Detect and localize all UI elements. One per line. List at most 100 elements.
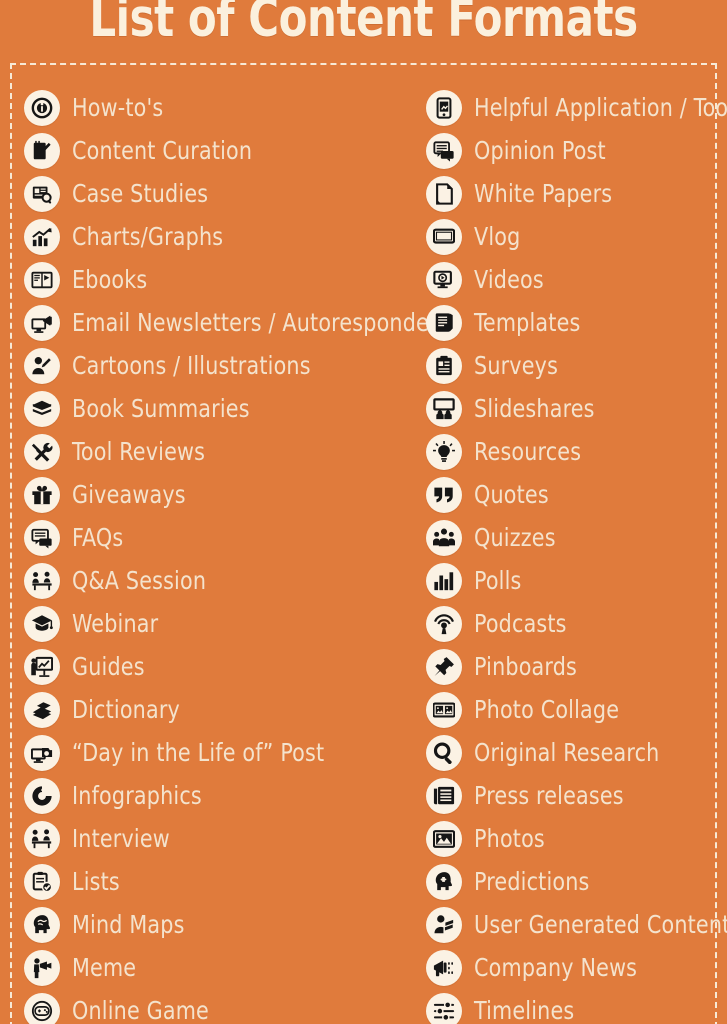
list-item[interactable]: Ebooks — [24, 258, 424, 301]
list-item[interactable]: Content Curation — [24, 129, 424, 172]
list-item[interactable]: Photo Collage — [426, 688, 727, 731]
speech-bubble-text-icon — [426, 132, 462, 169]
list-item-label: Online Game — [72, 995, 209, 1024]
list-item[interactable]: Podcasts — [426, 602, 727, 645]
magnifier-icon — [426, 734, 462, 771]
notepad-pencil-icon — [24, 132, 60, 169]
list-item[interactable]: Charts/Graphs — [24, 215, 424, 258]
picture-mountain-icon — [426, 820, 462, 857]
presenter-board-icon — [24, 648, 60, 685]
list-item[interactable]: Helpful Application / Tool — [426, 86, 727, 129]
monitor-megaphone-icon — [24, 304, 60, 341]
list-item[interactable]: Pinboards — [426, 645, 727, 688]
mobile-app-icon — [426, 89, 462, 126]
list-item-label: Giveaways — [72, 479, 186, 509]
list-item[interactable]: Vlog — [426, 215, 727, 258]
page-title: List of Content Formats — [89, 0, 638, 49]
list-item-label: Photos — [474, 823, 545, 853]
list-item-label: Company News — [474, 952, 638, 982]
list-item-label: Videos — [474, 264, 544, 294]
list-item-label: Resources — [474, 436, 582, 466]
list-item[interactable]: How-to's — [24, 86, 424, 129]
list-item[interactable]: Press releases — [426, 774, 727, 817]
list-item[interactable]: Polls — [426, 559, 727, 602]
list-item[interactable]: Giveaways — [24, 473, 424, 516]
pie-chart-icon — [24, 777, 60, 814]
list-item-label: Surveys — [474, 350, 559, 380]
people-group-icon — [426, 519, 462, 556]
wrench-screwdriver-icon — [24, 433, 60, 470]
list-item-label: Book Summaries — [72, 393, 250, 423]
list-item[interactable]: Opinion Post — [426, 129, 727, 172]
list-item[interactable]: Surveys — [426, 344, 727, 387]
list-item[interactable]: Mind Maps — [24, 903, 424, 946]
megaphone-icon — [426, 949, 462, 986]
list-item[interactable]: Infographics — [24, 774, 424, 817]
clipboard-form-icon — [426, 347, 462, 384]
list-item[interactable]: Original Research — [426, 731, 727, 774]
list-item-label: Ebooks — [72, 264, 148, 294]
game-controller-icon — [24, 992, 60, 1024]
head-brain-icon — [24, 906, 60, 943]
bar-chart-arrow-icon — [24, 218, 60, 255]
quotation-marks-icon — [426, 476, 462, 513]
list-item[interactable]: Templates — [426, 301, 727, 344]
projector-people-icon — [426, 390, 462, 427]
list-item-label: Quizzes — [474, 522, 556, 552]
list-item[interactable]: Predictions — [426, 860, 727, 903]
list-item[interactable]: Interview — [24, 817, 424, 860]
list-item[interactable]: Online Game — [24, 989, 424, 1024]
list-item[interactable]: White Papers — [426, 172, 727, 215]
list-item[interactable]: Slideshares — [426, 387, 727, 430]
list-item-label: Email Newsletters / Autoresponders — [72, 307, 449, 337]
list-item-label: Q&A Session — [72, 565, 207, 595]
list-item-label: Interview — [72, 823, 170, 853]
list-item[interactable]: Book Summaries — [24, 387, 424, 430]
list-item[interactable]: Dictionary — [24, 688, 424, 731]
list-item[interactable]: Company News — [426, 946, 727, 989]
list-item[interactable]: Quizzes — [426, 516, 727, 559]
content-format-columns: How-to's Content Curation Case Studies Char… — [0, 86, 727, 1024]
push-pin-icon — [426, 648, 462, 685]
two-people-table-icon — [24, 562, 60, 599]
monitor-play-icon — [426, 261, 462, 298]
list-item[interactable]: Cartoons / Illustrations — [24, 344, 424, 387]
list-item[interactable]: Meme — [24, 946, 424, 989]
list-item-label: Templates — [474, 307, 581, 337]
left-column: How-to's Content Curation Case Studies Char… — [24, 86, 448, 1024]
list-item[interactable]: Q&A Session — [24, 559, 424, 602]
list-item[interactable]: Photos — [426, 817, 727, 860]
list-item[interactable]: Email Newsletters / Autoresponders — [24, 301, 448, 344]
list-item-label: “Day in the Life of” Post — [72, 737, 325, 767]
list-item[interactable]: Quotes — [426, 473, 727, 516]
list-item-label: Cartoons / Illustrations — [72, 350, 311, 380]
newspaper-icon — [426, 777, 462, 814]
clipboard-check-icon — [24, 863, 60, 900]
list-item[interactable]: Tool Reviews — [24, 430, 424, 473]
stacked-books-icon — [24, 390, 60, 427]
list-item[interactable]: FAQs — [24, 516, 424, 559]
person-drawing-icon — [24, 347, 60, 384]
gift-box-icon — [24, 476, 60, 513]
list-item[interactable]: Timelines — [426, 989, 727, 1024]
list-item[interactable]: Resources — [426, 430, 727, 473]
list-item[interactable]: Guides — [24, 645, 424, 688]
list-item-label: Timelines — [474, 995, 575, 1024]
list-item-label: Press releases — [474, 780, 624, 810]
list-item[interactable]: Case Studies — [24, 172, 424, 215]
bar-graph-icon — [426, 562, 462, 599]
monitor-screen-icon — [426, 218, 462, 255]
person-camera-icon — [24, 949, 60, 986]
list-item[interactable]: “Day in the Life of” Post — [24, 731, 424, 774]
list-item[interactable]: Webinar — [24, 602, 424, 645]
list-item[interactable]: Videos — [426, 258, 727, 301]
list-item-label: Meme — [72, 952, 137, 982]
info-circle-icon — [24, 89, 60, 126]
list-item-label: Webinar — [72, 608, 159, 638]
podcast-mic-icon — [426, 605, 462, 642]
head-puzzle-icon — [426, 863, 462, 900]
interview-desk-icon — [24, 820, 60, 857]
list-item[interactable]: Lists — [24, 860, 424, 903]
list-item[interactable]: User Generated Content — [426, 903, 727, 946]
book-stack-icon — [24, 691, 60, 728]
